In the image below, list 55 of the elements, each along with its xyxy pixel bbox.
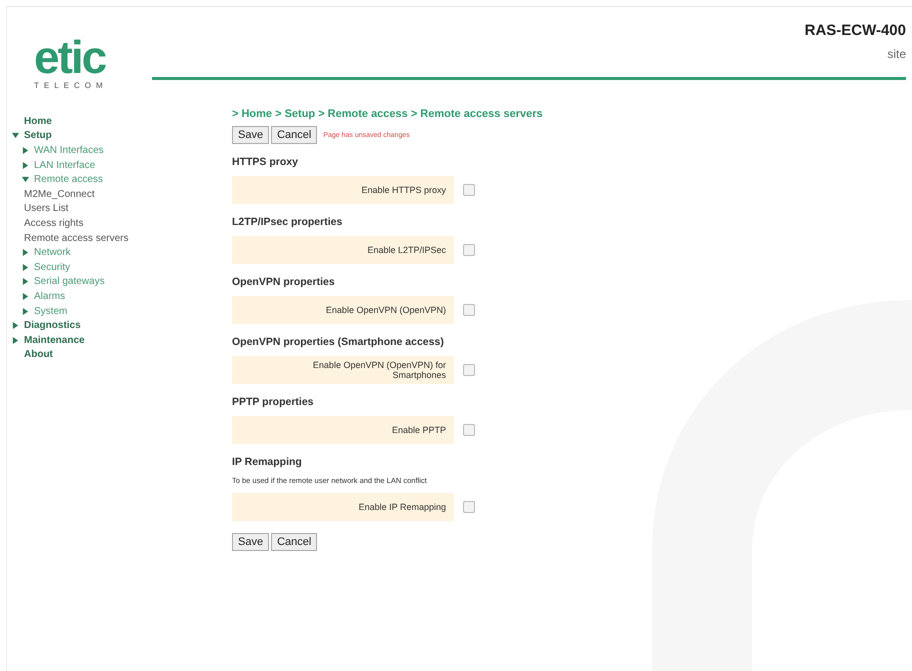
- caret-right-icon[interactable]: [22, 264, 29, 271]
- sidebar-item[interactable]: Users List: [24, 203, 68, 214]
- site-name: site: [886, 47, 906, 61]
- checkbox[interactable]: [463, 501, 475, 513]
- logo-wordmark: etic: [33, 35, 106, 79]
- option-label: Enable OpenVPN (OpenVPN): [232, 296, 454, 324]
- caret-right-icon[interactable]: [22, 308, 29, 315]
- breadcrumb: > Home > Setup > Remote access > Remote access servers: [232, 108, 543, 120]
- device-name: RAS-ECW-400: [804, 22, 906, 39]
- option-label: Enable PPTP: [232, 416, 454, 444]
- sidebar-item[interactable]: Maintenance: [24, 334, 85, 346]
- caret-right-icon[interactable]: [22, 146, 29, 154]
- option-label: Enable IP Remapping: [232, 493, 454, 521]
- section-title: PPTP properties: [232, 396, 314, 408]
- sidebar-item[interactable]: M2Me_Connect: [24, 188, 95, 200]
- sidebar-item[interactable]: Remote access: [34, 174, 103, 186]
- save-button[interactable]: Save: [232, 533, 270, 551]
- section-title: HTTPS proxy: [232, 156, 299, 168]
- option-label: Enable OpenVPN (OpenVPN) for Smartphones: [232, 356, 454, 384]
- sidebar-item[interactable]: Diagnostics: [24, 320, 81, 332]
- caret-right-icon[interactable]: [12, 322, 19, 330]
- sidebar-item[interactable]: Security: [34, 262, 70, 273]
- checkbox[interactable]: [463, 304, 475, 316]
- caret-right-icon[interactable]: [22, 249, 29, 256]
- caret-down-icon[interactable]: [12, 132, 19, 140]
- checkbox[interactable]: [463, 424, 475, 436]
- section-title: L2TP/IPsec properties: [232, 216, 344, 228]
- sidebar-item[interactable]: Network: [34, 247, 71, 258]
- sidebar-item[interactable]: Setup: [24, 130, 52, 142]
- checkbox[interactable]: [463, 364, 475, 376]
- save-button[interactable]: Save: [232, 126, 270, 144]
- caret-right-icon[interactable]: [22, 278, 29, 286]
- sidebar-item[interactable]: WAN Interfaces: [34, 144, 104, 156]
- caret-right-icon[interactable]: [12, 336, 19, 344]
- sidebar-item[interactable]: About: [24, 349, 53, 360]
- section-title: OpenVPN properties (Smartphone access): [232, 336, 445, 348]
- sidebar-item[interactable]: System: [34, 306, 68, 317]
- cancel-button[interactable]: Cancel: [271, 533, 318, 551]
- caret-right-icon[interactable]: [22, 162, 29, 169]
- section-title: IP Remapping: [232, 456, 303, 468]
- option-label: Enable L2TP/IPSec: [232, 236, 454, 264]
- logo-tagline: TELECOM: [33, 81, 108, 90]
- sidebar-item[interactable]: Home: [24, 116, 52, 127]
- checkbox[interactable]: [463, 244, 475, 256]
- sidebar-item[interactable]: Access rights: [24, 218, 84, 229]
- cancel-button[interactable]: Cancel: [271, 126, 318, 144]
- caret-down-icon[interactable]: [22, 176, 29, 184]
- sidebar-item[interactable]: Alarms: [34, 290, 66, 302]
- checkbox[interactable]: [463, 184, 475, 196]
- sidebar-item[interactable]: LAN Interface: [34, 160, 96, 171]
- option-label: Enable HTTPS proxy: [232, 176, 454, 204]
- sidebar-item[interactable]: Serial gateways: [34, 276, 105, 288]
- section-title: OpenVPN properties: [232, 276, 336, 288]
- caret-right-icon[interactable]: [22, 292, 29, 300]
- sidebar-item[interactable]: Remote access servers: [24, 232, 128, 244]
